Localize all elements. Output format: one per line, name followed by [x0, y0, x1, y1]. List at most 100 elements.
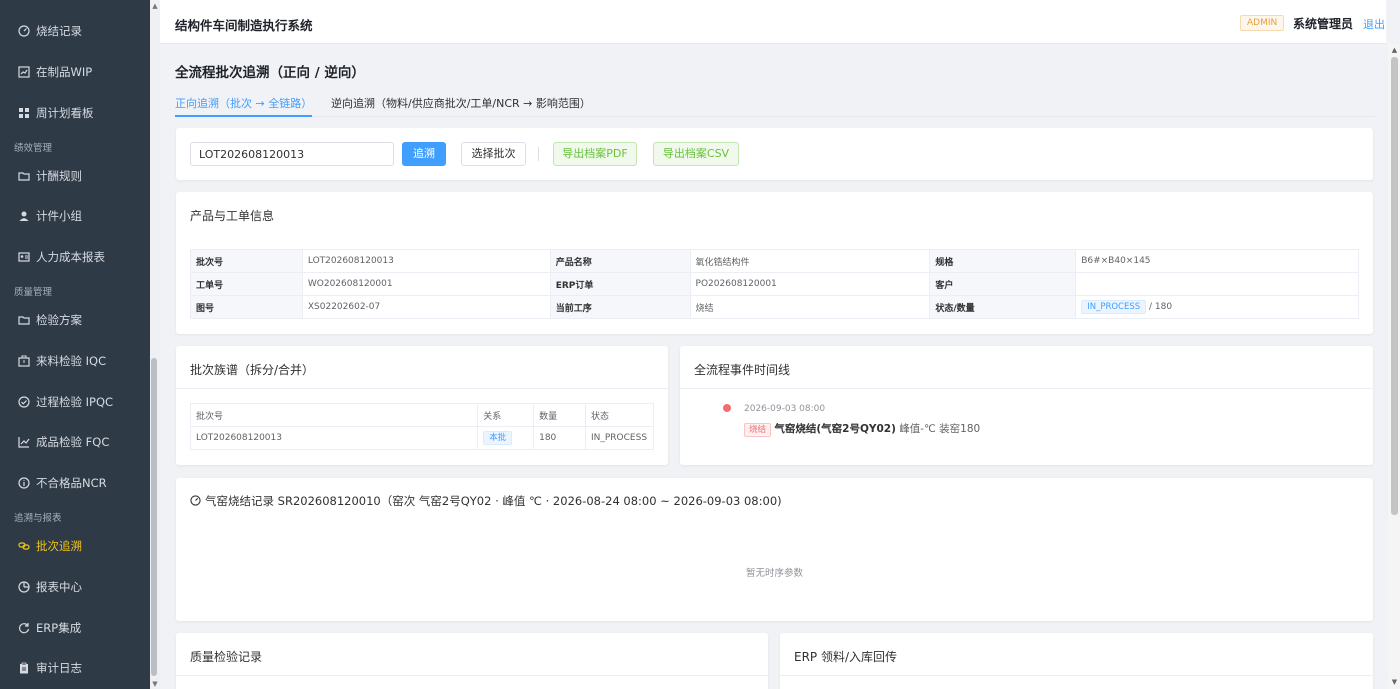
sidebar-item-label: 烧结记录: [36, 24, 82, 38]
sidebar-item-piece-team[interactable]: 计件小组: [0, 196, 150, 236]
sidebar-item-label: 周计划看板: [36, 106, 94, 120]
page-scrollbar-thumb[interactable]: [1391, 57, 1398, 515]
divider: [680, 388, 1373, 389]
toolbar-divider: [538, 147, 539, 161]
sidebar-item-label: 计酬规则: [36, 169, 82, 183]
folder-icon: [18, 170, 30, 182]
sidebar-item-report-center[interactable]: 报表中心: [0, 567, 150, 607]
batch-search-input[interactable]: [190, 142, 394, 166]
sidebar-scroll-down-icon[interactable]: ▼: [151, 680, 159, 688]
quality-inspection-card: 质量检验记录: [176, 633, 768, 689]
divider: [176, 388, 668, 389]
sidebar-item-weekly-plan[interactable]: 周计划看板: [0, 93, 150, 133]
select-batch-button[interactable]: 选择批次: [461, 142, 526, 166]
sidebar-group-performance: 绩效管理: [14, 143, 53, 154]
sidebar-item-ncr[interactable]: 不合格品NCR: [0, 463, 150, 503]
status-badge: IN_PROCESS: [1081, 300, 1147, 314]
page-scroll-down-icon[interactable]: ▼: [1390, 678, 1399, 688]
trace-tabs: 正向追溯（批次 → 全链路） 逆向追溯（物料/供应商批次/工单/NCR → 影响…: [175, 95, 1375, 117]
pie-icon: [18, 581, 30, 593]
sidebar-item-label: 计件小组: [36, 209, 82, 223]
table-header-row: 批次号 关系 数量 状态: [189, 403, 655, 427]
sidebar-item-iqc[interactable]: 来料检验 IQC: [0, 341, 150, 381]
table-row: LOT202608120013 本批 180 IN_PROCESS: [189, 426, 655, 450]
sidebar-item-label: 人力成本报表: [36, 250, 105, 264]
folder-icon: [18, 314, 30, 326]
sidebar: 烧结记录 在制品WIP 周计划看板 绩效管理 计酬规则 计件小组 人力成本报表 …: [0, 0, 150, 689]
sidebar-item-sintering-record[interactable]: 烧结记录: [0, 11, 150, 51]
app-title: 结构件车间制造执行系统: [175, 18, 313, 33]
sidebar-item-pay-rules[interactable]: 计酬规则: [0, 156, 150, 196]
timeline-event: 烧结 气窑烧结(气窑2号QY02) 峰值-℃ 装窑180: [744, 421, 980, 437]
sidebar-group-trace: 追溯与报表: [14, 513, 62, 524]
sidebar-item-label: 过程检验 IPQC: [36, 395, 114, 409]
genealogy-title: 批次族谱（拆分/合并）: [190, 363, 315, 377]
box-icon: [18, 355, 30, 367]
sidebar-item-label: 不合格品NCR: [36, 476, 107, 490]
timeline-card: 全流程事件时间线 2026-09-03 08:00 烧结 气窑烧结(气窑2号QY…: [680, 346, 1373, 465]
clipboard-icon: [18, 662, 30, 674]
sidebar-item-erp[interactable]: ERP集成: [0, 608, 150, 648]
check-circle-icon: [18, 396, 30, 408]
event-tag: 烧结: [744, 423, 772, 437]
trace-button[interactable]: 追溯: [402, 142, 446, 166]
grid-icon: [18, 107, 30, 119]
divider: [780, 675, 1373, 676]
product-info-title: 产品与工单信息: [190, 209, 275, 223]
gauge-icon: [18, 25, 30, 37]
sidebar-item-label: 在制品WIP: [36, 65, 93, 79]
logout-link[interactable]: 退出: [1363, 16, 1385, 32]
sidebar-item-label: 报表中心: [36, 580, 82, 594]
sidebar-group-quality: 质量管理: [14, 287, 53, 298]
top-header: 结构件车间制造执行系统 ADMIN 系统管理员 退出: [160, 0, 1386, 44]
sidebar-item-label: ERP集成: [36, 621, 82, 635]
genealogy-card: 批次族谱（拆分/合并） 批次号 关系 数量 状态 LOT202608120013…: [176, 346, 668, 465]
relation-badge: 本批: [483, 431, 513, 445]
sintering-record-card: 气窑烧结记录 SR202608120010（窑次 气窑2号QY02 · 峰值 ℃…: [176, 478, 1373, 621]
status-qty-cell: IN_PROCESS / 180: [1075, 295, 1359, 319]
sidebar-item-inspection-plan[interactable]: 检验方案: [0, 300, 150, 340]
table-row: 工单号 WO202608120001 ERP订单 PO202608120001 …: [190, 272, 1359, 296]
erp-card: ERP 领料/入库回传: [780, 633, 1373, 689]
timeline-time: 2026-09-03 08:00: [744, 404, 826, 414]
sidebar-item-fqc[interactable]: 成品检验 FQC: [0, 422, 150, 462]
link-icon: [18, 540, 30, 552]
sidebar-item-label: 来料检验 IQC: [36, 354, 107, 368]
sintering-record-title: 气窑烧结记录 SR202608120010（窑次 气窑2号QY02 · 峰值 ℃…: [205, 494, 782, 508]
line-chart-icon: [18, 436, 30, 448]
sintering-record-header: 气窑烧结记录 SR202608120010（窑次 气窑2号QY02 · 峰值 ℃…: [190, 493, 782, 509]
sidebar-item-labor-cost[interactable]: 人力成本报表: [0, 237, 150, 277]
event-detail: 峰值-℃ 装窑180: [899, 423, 981, 435]
erp-title: ERP 领料/入库回传: [794, 650, 898, 664]
sidebar-scrollbar-thumb[interactable]: [151, 358, 157, 676]
sidebar-item-ipqc[interactable]: 过程检验 IPQC: [0, 382, 150, 422]
quality-inspection-title: 质量检验记录: [190, 650, 263, 664]
export-csv-button[interactable]: 导出档案CSV: [653, 142, 739, 166]
user-icon: [18, 210, 30, 222]
empty-state: 暂无时序参数: [745, 568, 803, 579]
sidebar-item-label: 批次追溯: [36, 539, 82, 553]
tab-reverse-trace[interactable]: 逆向追溯（物料/供应商批次/工单/NCR → 影响范围）: [331, 95, 591, 117]
sidebar-item-label: 审计日志: [36, 661, 82, 675]
info-icon: [18, 477, 30, 489]
table-row: 图号 XS02202602-07 当前工序 烧结 状态/数量 IN_PROCES…: [190, 295, 1359, 319]
chart-icon: [18, 66, 30, 78]
sidebar-item-audit-log[interactable]: 审计日志: [0, 648, 150, 688]
table-row: 批次号 LOT202608120013 产品名称 氧化锆结构件 规格 B6#×B…: [190, 249, 1359, 273]
timeline-title: 全流程事件时间线: [694, 363, 791, 377]
user-name: 系统管理员: [1293, 17, 1354, 31]
id-card-icon: [18, 251, 30, 263]
sidebar-scroll-up-icon[interactable]: ▲: [151, 2, 159, 10]
sidebar-item-batch-trace[interactable]: 批次追溯: [0, 526, 150, 566]
product-info-card: 产品与工单信息 批次号 LOT202608120013 产品名称 氧化锆结构件 …: [176, 192, 1373, 334]
event-name: 气窑烧结(气窑2号QY02): [774, 423, 896, 435]
sidebar-item-wip[interactable]: 在制品WIP: [0, 52, 150, 92]
gauge-icon: [190, 495, 201, 509]
page-scroll-up-icon[interactable]: ▲: [1390, 46, 1399, 56]
export-pdf-button[interactable]: 导出档案PDF: [553, 142, 637, 166]
status-qty: / 180: [1149, 302, 1173, 312]
tab-forward-trace[interactable]: 正向追溯（批次 → 全链路）: [175, 95, 313, 117]
role-badge: ADMIN: [1240, 15, 1285, 31]
product-info-table: 批次号 LOT202608120013 产品名称 氧化锆结构件 规格 B6#×B…: [190, 249, 1359, 319]
divider: [176, 675, 768, 676]
